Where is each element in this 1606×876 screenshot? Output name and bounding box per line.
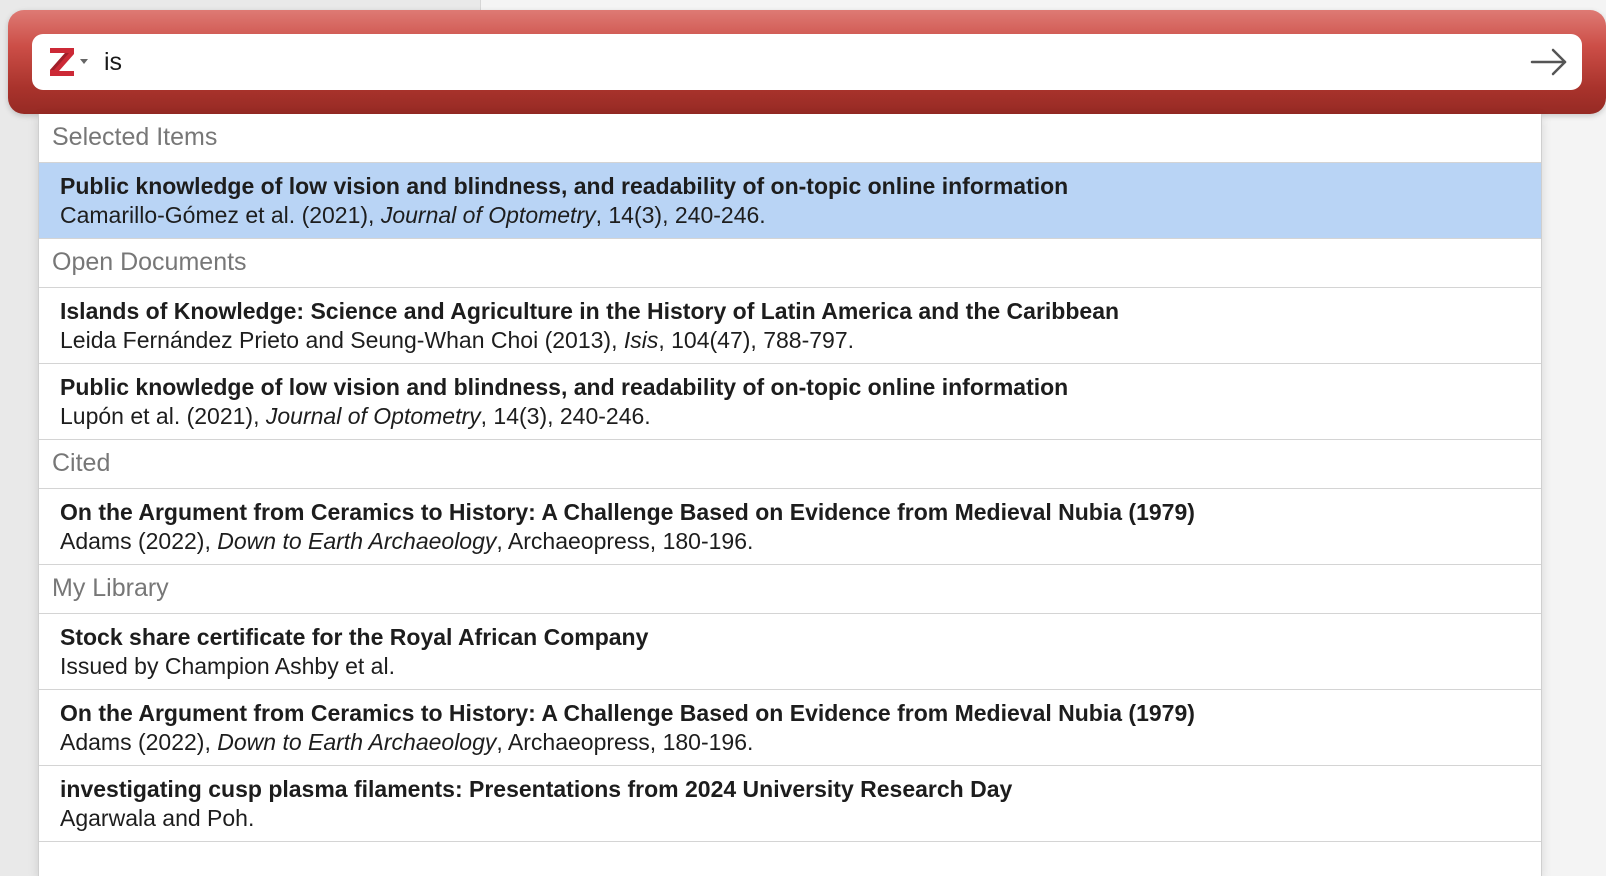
item-citation: Camarillo-Gómez et al. (2021), Journal o…	[60, 200, 1541, 231]
item-citation: Leida Fernández Prieto and Seung-Whan Ch…	[60, 325, 1541, 356]
item-publication: Down to Earth Archaeology	[217, 729, 497, 755]
section-header-my-library: My Library	[39, 565, 1541, 614]
item-citation: Adams (2022), Down to Earth Archaeology,…	[60, 526, 1541, 557]
chevron-down-icon[interactable]	[80, 59, 88, 64]
item-authors: Agarwala and Poh.	[60, 805, 255, 831]
list-item[interactable]: Islands of Knowledge: Science and Agricu…	[39, 288, 1541, 364]
item-title: Public knowledge of low vision and blind…	[60, 374, 1069, 400]
item-authors: Issued by Champion Ashby et al.	[60, 653, 395, 679]
item-details: , 14(3), 240-246.	[595, 202, 766, 228]
section-header-open-documents: Open Documents	[39, 239, 1541, 288]
item-publication: Journal of Optometry	[380, 202, 596, 228]
section-header-cited: Cited	[39, 440, 1541, 489]
item-title: Islands of Knowledge: Science and Agricu…	[60, 298, 1120, 324]
list-item[interactable]: investigating cusp plasma filaments: Pre…	[39, 766, 1541, 842]
item-citation: Lupón et al. (2021), Journal of Optometr…	[60, 401, 1541, 432]
item-details: , Archaeopress, 180-196.	[496, 528, 754, 554]
list-item[interactable]: Stock share certificate for the Royal Af…	[39, 614, 1541, 690]
list-item[interactable]: On the Argument from Ceramics to History…	[39, 489, 1541, 565]
zotero-logo-icon[interactable]	[48, 46, 76, 78]
item-details: , 14(3), 240-246.	[480, 403, 651, 429]
item-citation: Issued by Champion Ashby et al.	[60, 651, 1541, 682]
item-details: , Archaeopress, 180-196.	[496, 729, 754, 755]
search-input[interactable]	[104, 40, 1504, 84]
item-title: investigating cusp plasma filaments: Pre…	[60, 776, 1013, 802]
item-publication: Journal of Optometry	[265, 403, 481, 429]
item-details: , 104(47), 788-797.	[658, 327, 854, 353]
item-citation: Adams (2022), Down to Earth Archaeology,…	[60, 727, 1541, 758]
item-authors: Adams (2022),	[60, 528, 218, 554]
results-list: Selected Items Public knowledge of low v…	[38, 114, 1542, 876]
list-item[interactable]: Public knowledge of low vision and blind…	[39, 364, 1541, 440]
item-authors: Adams (2022),	[60, 729, 218, 755]
item-authors: Camarillo-Gómez et al. (2021),	[60, 202, 381, 228]
section-header-selected-items: Selected Items	[39, 114, 1541, 163]
item-publication: Isis	[623, 327, 659, 353]
quick-format-bar	[8, 10, 1606, 114]
item-title: On the Argument from Ceramics to History…	[60, 700, 1195, 726]
item-citation: Agarwala and Poh.	[60, 803, 1541, 834]
item-publication: Down to Earth Archaeology	[217, 528, 497, 554]
item-authors: Lupón et al. (2021),	[60, 403, 266, 429]
list-item[interactable]: Public knowledge of low vision and blind…	[39, 163, 1541, 239]
search-field	[32, 34, 1582, 90]
item-authors: Leida Fernández Prieto and Seung-Whan Ch…	[60, 327, 624, 353]
item-title: On the Argument from Ceramics to History…	[60, 499, 1195, 525]
arrow-right-icon[interactable]	[1529, 44, 1569, 80]
item-title: Public knowledge of low vision and blind…	[60, 173, 1069, 199]
list-item[interactable]: On the Argument from Ceramics to History…	[39, 690, 1541, 766]
item-title: Stock share certificate for the Royal Af…	[60, 624, 649, 650]
